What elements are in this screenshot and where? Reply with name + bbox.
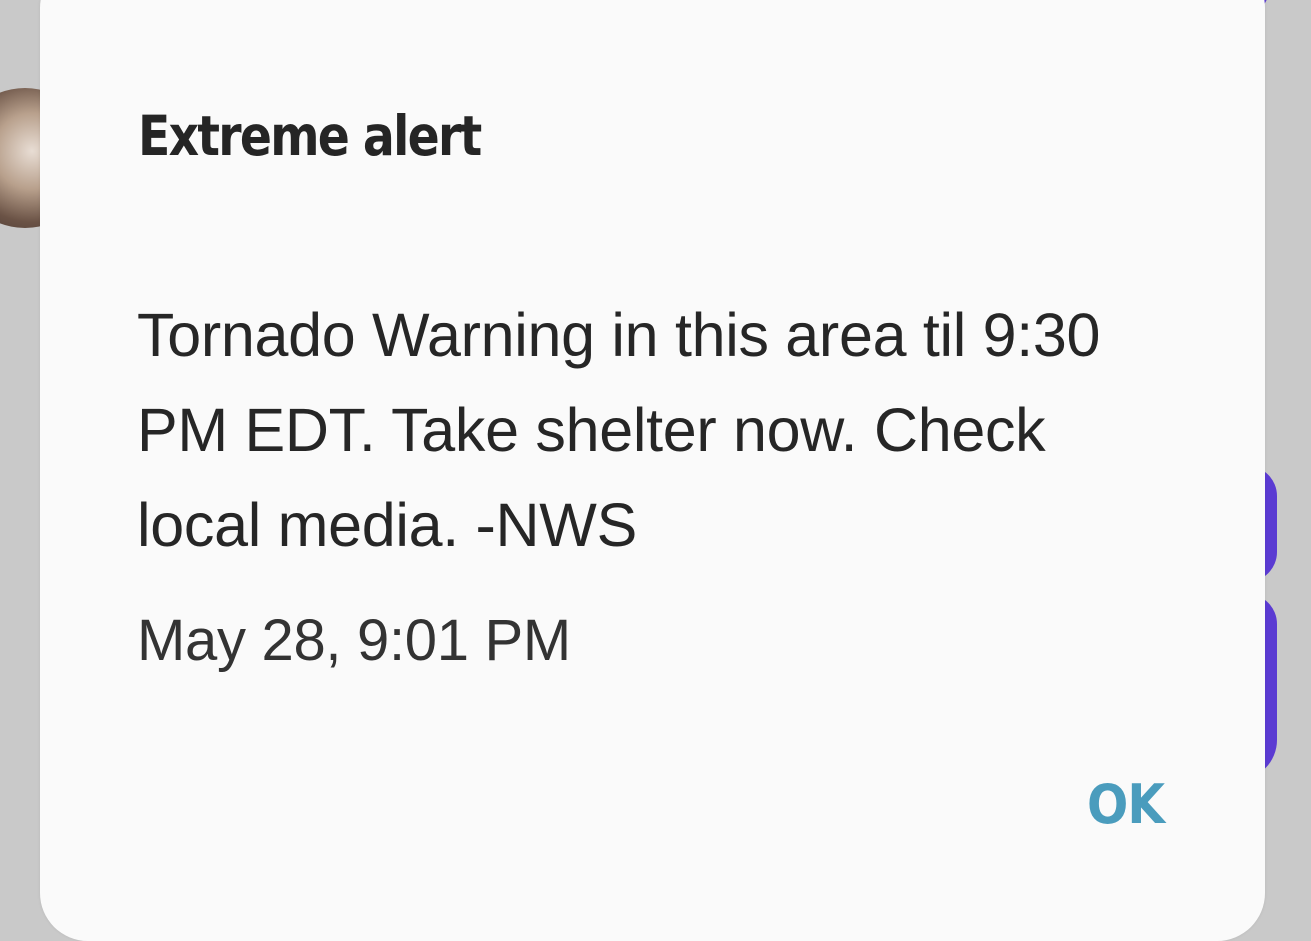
alert-dialog: Extreme alert Tornado Warning in this ar…: [40, 0, 1265, 941]
alert-timestamp: May 28, 9:01 PM: [137, 608, 571, 673]
alert-message: Tornado Warning in this area til 9:30 PM…: [137, 301, 1101, 559]
alert-title: Extreme alert: [138, 104, 482, 168]
ok-button[interactable]: OK: [1078, 769, 1173, 840]
